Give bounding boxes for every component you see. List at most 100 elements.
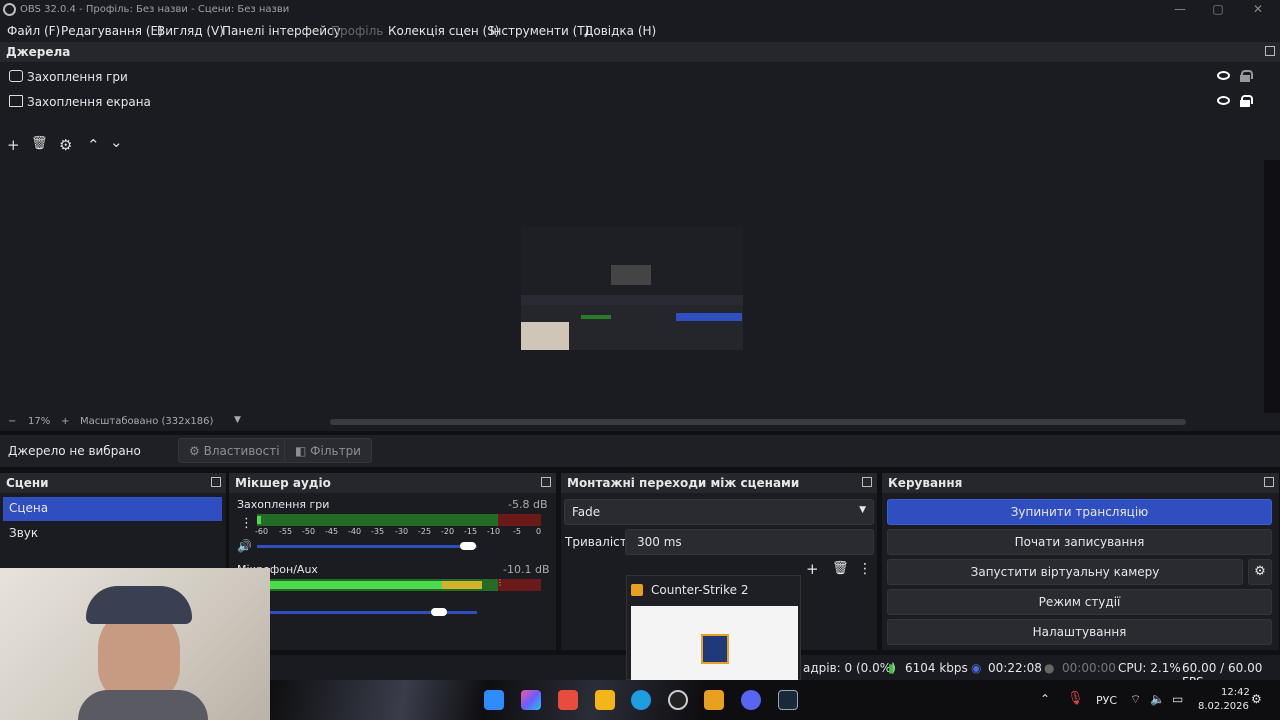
tick: -40 (348, 527, 362, 536)
taskbar-preview-popup[interactable]: Counter-Strike 2 (626, 575, 801, 681)
properties-button[interactable]: ⚙ Властивості (178, 438, 291, 463)
float-icon[interactable] (541, 477, 551, 487)
no-source-label: Джерело не вибрано (8, 444, 141, 458)
start-virtual-camera-button[interactable]: Запустити віртуальну камеру (887, 559, 1243, 585)
slider-knob[interactable] (431, 608, 447, 616)
store-icon[interactable] (558, 690, 578, 710)
webcam-overlay (0, 568, 270, 720)
menu-tools[interactable]: Інструменти (T) (490, 24, 589, 38)
transition-select[interactable]: Fade ▼ (564, 499, 874, 525)
discord-icon[interactable] (741, 690, 761, 710)
scene-item[interactable]: Звук (3, 522, 222, 546)
slider-knob[interactable] (460, 542, 476, 550)
menu-docks[interactable]: Панелі інтерфейсу (222, 24, 341, 38)
maximize-icon[interactable]: ▢ (1210, 2, 1226, 18)
window-title: OBS 32.0.4 - Профіль: Без назви - Сцени:… (20, 4, 290, 15)
gear-icon[interactable]: ⚙ (1248, 559, 1272, 585)
cs2-taskbar-icon[interactable] (704, 690, 724, 710)
menu-scene-collection[interactable]: Колекція сцен (S) (388, 24, 500, 38)
zoom-bar: − 17% + Масштабовано (332x186) ▼ (0, 413, 1280, 431)
cs2-icon (631, 584, 643, 596)
move-down-icon[interactable]: ⌄ (110, 133, 123, 151)
kebab-icon[interactable]: ⋮ (240, 516, 253, 531)
preview-thumbnail (521, 227, 743, 350)
transitions-title: Монтажні переходи між сценами (567, 476, 800, 490)
scene-item[interactable]: Сцена (3, 497, 222, 521)
minimize-icon[interactable]: — (1172, 2, 1188, 18)
tick: -15 (464, 527, 478, 536)
mixer-header: Мікшер аудіо (229, 473, 556, 493)
zoom-in-button[interactable]: + (61, 416, 69, 427)
clock-time[interactable]: 12:42 (1221, 687, 1250, 698)
stop-streaming-button[interactable]: Зупинити трансляцію (887, 499, 1272, 525)
delete-icon[interactable]: 🗑 (31, 136, 48, 151)
source-label: Захоплення гри (27, 70, 128, 84)
delete-icon[interactable]: 🗑 (832, 561, 849, 576)
obs-taskbar-icon[interactable] (668, 690, 688, 710)
channel-name: Захоплення гри (237, 498, 330, 511)
menu-help[interactable]: Довідка (H) (584, 24, 656, 38)
controls-header: Керування (882, 473, 1279, 493)
menu-view[interactable]: Вигляд (V) (157, 24, 224, 38)
menu-file[interactable]: Файл (F) (7, 24, 60, 38)
volume-slider-game[interactable] (257, 545, 477, 548)
lock-icon[interactable] (1240, 70, 1253, 82)
title-bar: OBS 32.0.4 - Профіль: Без назви - Сцени:… (0, 0, 1280, 20)
float-icon[interactable] (862, 477, 872, 487)
tick: -60 (255, 527, 269, 536)
folder-icon[interactable] (595, 690, 615, 710)
battery-icon[interactable]: ▭ (1172, 692, 1183, 706)
menu-edit[interactable]: Редагування (E) (61, 24, 163, 38)
record-icon: ● (1044, 661, 1055, 675)
duration-input[interactable]: 300 ms (625, 529, 874, 555)
mic-icon[interactable]: 🎙 (1067, 691, 1084, 706)
keyboard-language[interactable]: РУС (1096, 694, 1117, 707)
float-icon[interactable] (211, 477, 221, 487)
source-item-screen-capture[interactable]: Захоплення екрана (0, 91, 1270, 113)
horizontal-scrollbar[interactable] (330, 419, 1186, 425)
source-item-game-capture[interactable]: Захоплення гри (0, 66, 1270, 88)
notification-icon[interactable]: ⚙ (1251, 692, 1262, 706)
eye-icon[interactable] (1217, 96, 1230, 105)
mic-kebab-icon[interactable]: ⋮ (496, 578, 504, 587)
eye-icon[interactable] (1217, 71, 1230, 80)
sources-title: Джерела (6, 45, 71, 59)
settings-button[interactable]: Налаштування (887, 619, 1272, 645)
float-icon[interactable] (1264, 477, 1274, 487)
volume-icon[interactable]: 🔈 (1150, 692, 1165, 706)
close-icon[interactable]: ✕ (1250, 2, 1266, 18)
filters-button[interactable]: ◧ Фільтри (284, 438, 372, 463)
menu-bar: Файл (F) Редагування (E) Вигляд (V) Пане… (0, 20, 1280, 42)
kebab-icon[interactable]: ⋮ (858, 561, 872, 577)
start-recording-button[interactable]: Почати записування (887, 529, 1272, 555)
float-icon[interactable] (1265, 46, 1275, 56)
volume-meter-game (257, 514, 541, 526)
move-up-icon[interactable]: ⌃ (87, 136, 100, 154)
copilot-icon[interactable] (521, 690, 541, 710)
filter-icon: ◧ (295, 444, 307, 458)
zoom-level: 17% (28, 416, 51, 427)
chevron-down-icon: ▼ (859, 505, 866, 515)
edge-icon[interactable] (631, 690, 651, 710)
obs-logo-icon (3, 3, 16, 16)
bitrate: 6104 kbps (905, 661, 968, 675)
monitor-icon (9, 95, 23, 107)
clock-date[interactable]: 8.02.2026 (1198, 701, 1249, 712)
windows-start-icon[interactable] (484, 690, 504, 710)
chevron-up-icon[interactable]: ⌃ (1040, 692, 1050, 706)
mixer-title: Мікшер аудіо (235, 476, 331, 490)
add-source-button[interactable]: + (7, 136, 20, 154)
scale-dropdown-icon[interactable]: ▼ (234, 415, 241, 425)
speaker-icon[interactable]: 🔊 (237, 539, 252, 553)
wifi-icon[interactable]: ⌔ (1130, 692, 1141, 707)
studio-mode-button[interactable]: Режим студії (887, 589, 1272, 615)
add-transition-button[interactable]: + (806, 560, 819, 578)
menu-profile[interactable]: Профіль (331, 24, 383, 38)
lock-icon[interactable] (1240, 95, 1253, 107)
tick: -35 (371, 527, 385, 536)
gear-icon[interactable]: ⚙ (59, 136, 72, 154)
tick: -30 (395, 527, 409, 536)
zoom-out-button[interactable]: − (8, 416, 16, 427)
steam-icon[interactable] (778, 690, 798, 710)
popup-title: Counter-Strike 2 (651, 583, 749, 597)
